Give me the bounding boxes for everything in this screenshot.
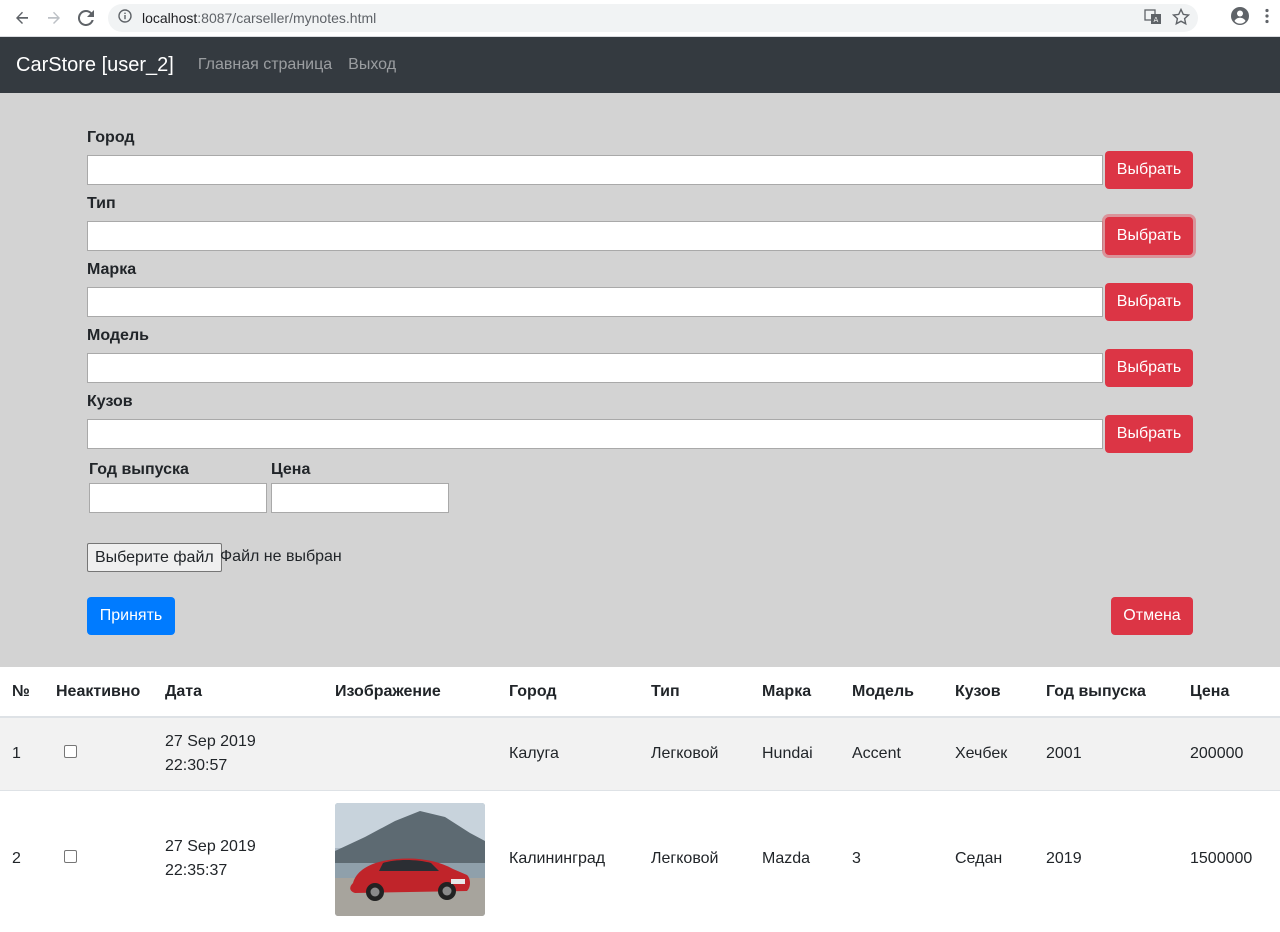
city-input[interactable]: [87, 155, 1103, 185]
col-header-brand: Марка: [750, 667, 840, 718]
cell-body: Хечбек: [943, 716, 1034, 790]
cell-type: Легковой: [639, 716, 750, 790]
col-header-date: Дата: [153, 667, 323, 718]
submit-button[interactable]: Принять: [87, 597, 175, 635]
cell-price: 1500000: [1178, 789, 1280, 928]
cell-date: 27 Sep 2019 22:35:37: [153, 789, 323, 928]
account-icon[interactable]: [1230, 6, 1250, 31]
city-select-button[interactable]: Выбрать: [1105, 151, 1193, 189]
price-input[interactable]: [271, 483, 449, 513]
col-header-model: Модель: [840, 667, 943, 718]
type-label: Тип: [87, 195, 116, 212]
cell-num: 1: [0, 716, 44, 790]
col-header-type: Тип: [639, 667, 750, 718]
cell-image: [323, 789, 497, 928]
back-icon[interactable]: [8, 4, 36, 32]
cell-body: Седан: [943, 789, 1034, 928]
cell-type: Легковой: [639, 789, 750, 928]
cell-date: 27 Sep 2019 22:30:57: [153, 716, 323, 790]
bookmark-star-icon[interactable]: [1171, 7, 1191, 31]
cell-price: 200000: [1178, 716, 1280, 790]
inactive-checkbox[interactable]: [64, 744, 77, 758]
cell-inactive: [44, 716, 153, 790]
cell-date-time: 22:30:57: [165, 756, 228, 774]
car-form: Город Выбрать Тип Выбрать Марка Выбрать …: [0, 93, 1280, 667]
table-row[interactable]: 1 27 Sep 2019 22:30:57 Калуга Легковой Hu…: [0, 716, 1280, 790]
year-label: Год выпуска: [89, 461, 189, 478]
model-input[interactable]: [87, 353, 1103, 383]
col-header-city: Город: [497, 667, 639, 718]
col-header-year: Год выпуска: [1034, 667, 1178, 718]
cell-model: 3: [840, 789, 943, 928]
cell-year: 2001: [1034, 716, 1178, 790]
file-status: Файл не выбран: [220, 548, 342, 565]
table-row[interactable]: 2 27 Sep 2019 22:35:37 Калининград Легко…: [0, 789, 1280, 928]
browser-toolbar: localhost:8087/carseller/mynotes.html A: [0, 0, 1280, 37]
cell-inactive: [44, 789, 153, 928]
cell-brand: Hundai: [750, 716, 840, 790]
top-navbar: CarStore [user_2] Главная страница Выход: [0, 37, 1280, 93]
cell-date-time: 22:35:37: [165, 862, 228, 880]
model-label: Модель: [87, 327, 149, 344]
body-input[interactable]: [87, 419, 1103, 449]
col-header-price: Цена: [1178, 667, 1280, 718]
col-header-image: Изображение: [323, 667, 497, 718]
nav-link-home[interactable]: Главная страница: [198, 56, 332, 74]
url-host: localhost: [142, 10, 198, 26]
url-path: :8087/carseller/mynotes.html: [197, 10, 377, 26]
cell-year: 2019: [1034, 789, 1178, 928]
choose-file-button[interactable]: Выберите файл: [87, 543, 222, 572]
body-label: Кузов: [87, 393, 133, 410]
table-header-row: № Неактивно Дата Изображение Город Тип М…: [0, 667, 1280, 718]
cell-model: Accent: [840, 716, 943, 790]
cell-date-day: 27 Sep 2019: [165, 838, 256, 856]
nav-link-logout[interactable]: Выход: [348, 56, 396, 74]
cell-image-empty: [323, 716, 497, 790]
year-input[interactable]: [89, 483, 267, 513]
url-text: localhost:8087/carseller/mynotes.html: [142, 10, 376, 26]
cell-date-day: 27 Sep 2019: [165, 732, 256, 750]
brand-input[interactable]: [87, 287, 1103, 317]
cancel-button[interactable]: Отмена: [1111, 597, 1193, 635]
price-label: Цена: [271, 461, 311, 478]
brand-select-button[interactable]: Выбрать: [1105, 283, 1193, 321]
cell-city: Калининград: [497, 789, 639, 928]
forward-icon[interactable]: [40, 4, 68, 32]
cell-num: 2: [0, 789, 44, 928]
brand-label: Марка: [87, 261, 137, 278]
body-select-button[interactable]: Выбрать: [1105, 415, 1193, 453]
col-header-inactive: Неактивно: [44, 667, 153, 718]
cell-city: Калуга: [497, 716, 639, 790]
menu-dots-icon[interactable]: [1264, 8, 1270, 29]
address-bar[interactable]: localhost:8087/carseller/mynotes.html A: [108, 4, 1198, 32]
col-header-body: Кузов: [943, 667, 1034, 718]
notes-table: № Неактивно Дата Изображение Город Тип М…: [0, 667, 1280, 928]
info-icon[interactable]: [118, 8, 132, 28]
svg-text:A: A: [1154, 16, 1159, 24]
translate-icon[interactable]: A: [1144, 8, 1162, 31]
col-header-num: №: [0, 667, 44, 718]
reload-icon[interactable]: [72, 4, 100, 32]
inactive-checkbox[interactable]: [64, 850, 77, 864]
brand-title[interactable]: CarStore [user_2]: [16, 54, 174, 77]
city-label: Город: [87, 129, 135, 146]
type-select-button[interactable]: Выбрать: [1105, 217, 1193, 255]
cell-brand: Mazda: [750, 789, 840, 928]
type-input[interactable]: [87, 221, 1103, 251]
car-photo[interactable]: [335, 802, 485, 916]
model-select-button[interactable]: Выбрать: [1105, 349, 1193, 387]
